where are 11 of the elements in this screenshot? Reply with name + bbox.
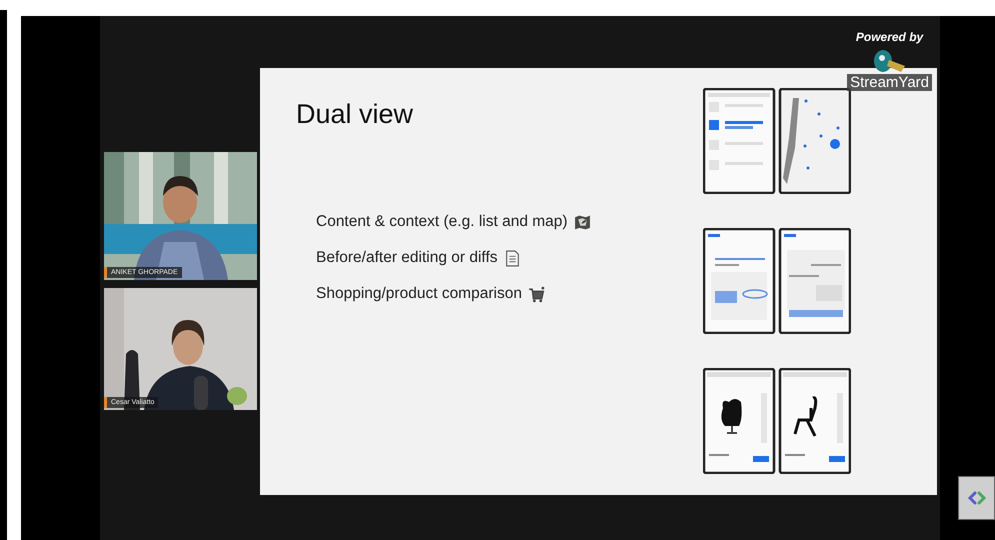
streamyard-wordmark: StreamYard [847, 74, 932, 91]
bullet-text: Shopping/product comparison [316, 285, 522, 303]
slide-title: Dual view [296, 99, 414, 130]
map-icon [574, 214, 591, 230]
code-brackets-icon [966, 491, 986, 505]
cart-icon [528, 286, 545, 302]
bullet-text: Before/after editing or diffs [316, 249, 498, 267]
bullet-text: Content & context (e.g. list and map) [316, 213, 568, 231]
embed-code-button[interactable] [958, 476, 995, 520]
powered-by-caption: Powered by [856, 30, 924, 44]
document-icon [504, 250, 521, 266]
